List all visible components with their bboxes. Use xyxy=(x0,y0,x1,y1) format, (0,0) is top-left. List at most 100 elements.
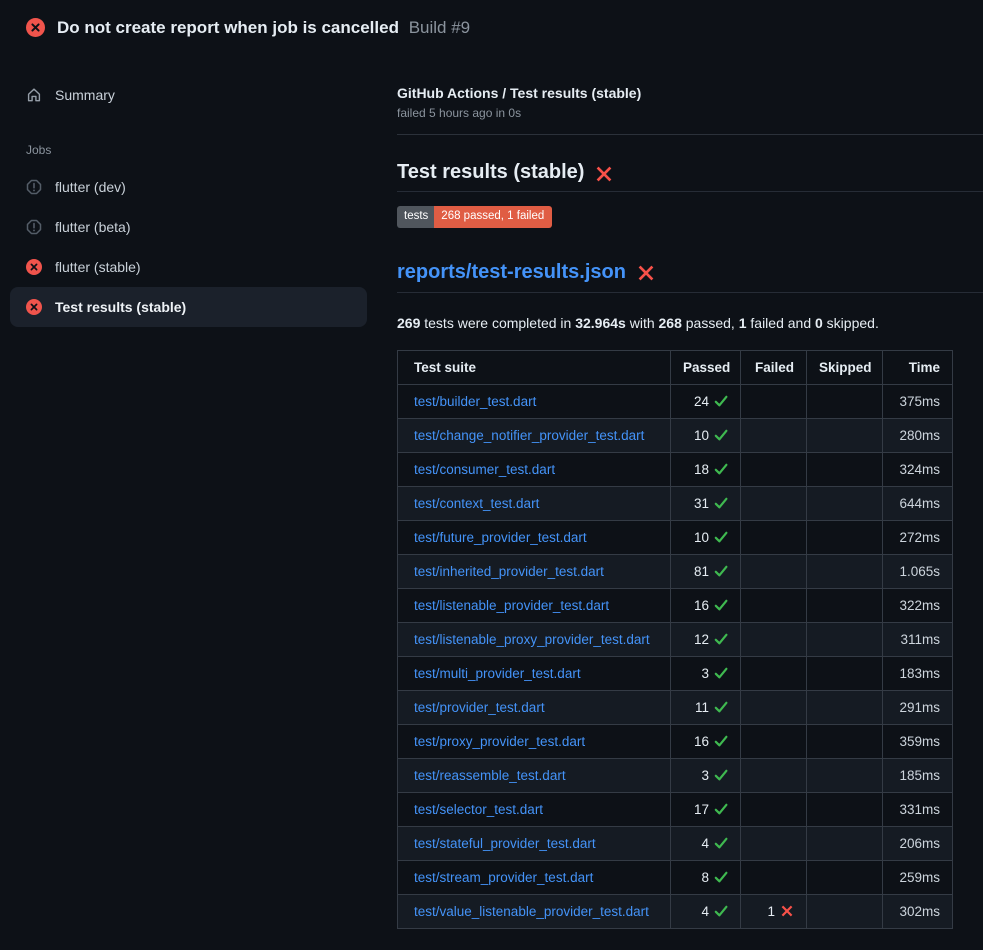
failed-x-icon xyxy=(595,165,613,183)
table-row: test/selector_test.dart17331ms xyxy=(398,792,953,826)
check-icon xyxy=(714,768,728,782)
test-suite-link[interactable]: test/provider_test.dart xyxy=(414,700,545,715)
time-cell: 324ms xyxy=(883,452,953,486)
failed-cell xyxy=(741,384,807,418)
skipped-cell xyxy=(807,384,883,418)
test-suite-link[interactable]: test/listenable_provider_test.dart xyxy=(414,598,609,613)
test-suite-link[interactable]: test/proxy_provider_test.dart xyxy=(414,734,585,749)
skipped-cell xyxy=(807,826,883,860)
summary-segment: tests were completed in xyxy=(420,315,575,331)
sidebar-item-flutter-stable[interactable]: flutter (stable) xyxy=(10,247,367,287)
sidebar-item-flutter-dev[interactable]: flutter (dev) xyxy=(10,167,367,207)
column-header-failed: Failed xyxy=(741,350,807,384)
passed-cell: 24 xyxy=(671,384,741,418)
test-suite-cell: test/listenable_proxy_provider_test.dart xyxy=(398,622,671,656)
test-suite-cell: test/listenable_provider_test.dart xyxy=(398,588,671,622)
x-circle-fill-icon xyxy=(26,259,42,275)
test-suite-link[interactable]: test/consumer_test.dart xyxy=(414,462,555,477)
test-suite-link[interactable]: test/multi_provider_test.dart xyxy=(414,666,581,681)
test-suite-link[interactable]: test/selector_test.dart xyxy=(414,802,543,817)
badge-label: tests xyxy=(397,206,434,228)
time-cell: 259ms xyxy=(883,860,953,894)
test-suite-link[interactable]: test/stateful_provider_test.dart xyxy=(414,836,596,851)
table-row: test/stateful_provider_test.dart4206ms xyxy=(398,826,953,860)
skipped-cell xyxy=(807,486,883,520)
table-row: test/builder_test.dart 24 375ms xyxy=(398,384,953,418)
summary-text: 269 tests were completed in 32.964s with… xyxy=(397,315,983,331)
column-header-time: Time xyxy=(883,350,953,384)
time-cell: 291ms xyxy=(883,690,953,724)
passed-cell: 3 xyxy=(671,758,741,792)
test-suite-cell: test/stream_provider_test.dart xyxy=(398,860,671,894)
breadcrumb: GitHub Actions / Test results (stable) xyxy=(397,85,983,101)
skipped-cell xyxy=(807,860,883,894)
table-row: test/reassemble_test.dart 3 185ms xyxy=(398,758,953,792)
failed-cell xyxy=(741,690,807,724)
test-suite-link[interactable]: test/listenable_proxy_provider_test.dart xyxy=(414,632,650,647)
skipped-cell xyxy=(807,724,883,758)
time-cell: 311ms xyxy=(883,622,953,656)
passed-cell: 16 xyxy=(671,588,741,622)
test-suite-cell: test/multi_provider_test.dart xyxy=(398,656,671,690)
stop-icon xyxy=(26,219,42,235)
sidebar: Summary Jobs flutter (dev)flutter (beta)… xyxy=(0,49,397,327)
test-suite-cell: test/proxy_provider_test.dart xyxy=(398,724,671,758)
test-suite-link[interactable]: test/reassemble_test.dart xyxy=(414,768,566,783)
table-row: test/multi_provider_test.dart3183ms xyxy=(398,656,953,690)
skipped-cell xyxy=(807,452,883,486)
section-heading: Test results (stable) xyxy=(397,161,983,192)
sidebar-item-label: Test results (stable) xyxy=(55,299,186,315)
test-suite-cell: test/change_notifier_provider_test.dart xyxy=(398,418,671,452)
sidebar-item-summary[interactable]: Summary xyxy=(10,75,367,115)
failed-cell xyxy=(741,622,807,656)
passed-cell: 8 xyxy=(671,860,741,894)
test-suite-cell: test/provider_test.dart xyxy=(398,690,671,724)
time-cell: 183ms xyxy=(883,656,953,690)
summary-segment: 1 xyxy=(739,315,747,331)
passed-cell: 81 xyxy=(671,554,741,588)
passed-cell: 4 xyxy=(671,894,741,928)
summary-segment: 268 xyxy=(659,315,682,331)
failed-cell xyxy=(741,758,807,792)
check-icon xyxy=(714,496,728,510)
skipped-cell xyxy=(807,690,883,724)
table-row: test/future_provider_test.dart10272ms xyxy=(398,520,953,554)
test-suite-link[interactable]: test/future_provider_test.dart xyxy=(414,530,587,545)
passed-cell: 11 xyxy=(671,690,741,724)
skipped-cell xyxy=(807,554,883,588)
check-icon xyxy=(714,428,728,442)
check-icon xyxy=(714,530,728,544)
time-cell: 280ms xyxy=(883,418,953,452)
report-link[interactable]: reports/test-results.json xyxy=(397,261,626,284)
column-header-test-suite: Test suite xyxy=(398,350,671,384)
table-row: test/stream_provider_test.dart 8 259ms xyxy=(398,860,953,894)
check-icon xyxy=(714,632,728,646)
test-suite-cell: test/stateful_provider_test.dart xyxy=(398,826,671,860)
test-suite-link[interactable]: test/value_listenable_provider_test.dart xyxy=(414,904,649,919)
table-row: test/consumer_test.dart18324ms xyxy=(398,452,953,486)
skipped-cell xyxy=(807,588,883,622)
skipped-cell xyxy=(807,656,883,690)
sidebar-item-flutter-beta[interactable]: flutter (beta) xyxy=(10,207,367,247)
failed-cell xyxy=(741,554,807,588)
tests-badge: tests 268 passed, 1 failed xyxy=(397,206,552,228)
table-header-row: Test suitePassedFailedSkippedTime xyxy=(398,350,953,384)
failed-cell xyxy=(741,588,807,622)
table-row: test/inherited_provider_test.dart811.065… xyxy=(398,554,953,588)
time-cell: 375ms xyxy=(883,384,953,418)
test-suite-link[interactable]: test/context_test.dart xyxy=(414,496,539,511)
test-suite-link[interactable]: test/change_notifier_provider_test.dart xyxy=(414,428,644,443)
home-icon xyxy=(26,87,42,103)
time-cell: 322ms xyxy=(883,588,953,622)
table-row: test/proxy_provider_test.dart16359ms xyxy=(398,724,953,758)
sidebar-item-test-results-stable[interactable]: Test results (stable) xyxy=(10,287,367,327)
test-suite-link[interactable]: test/stream_provider_test.dart xyxy=(414,870,593,885)
passed-cell: 10 xyxy=(671,418,741,452)
column-header-passed: Passed xyxy=(671,350,741,384)
summary-segment: 32.964s xyxy=(575,315,626,331)
time-cell: 272ms xyxy=(883,520,953,554)
skipped-cell xyxy=(807,520,883,554)
time-cell: 185ms xyxy=(883,758,953,792)
test-suite-link[interactable]: test/builder_test.dart xyxy=(414,394,536,409)
test-suite-link[interactable]: test/inherited_provider_test.dart xyxy=(414,564,604,579)
